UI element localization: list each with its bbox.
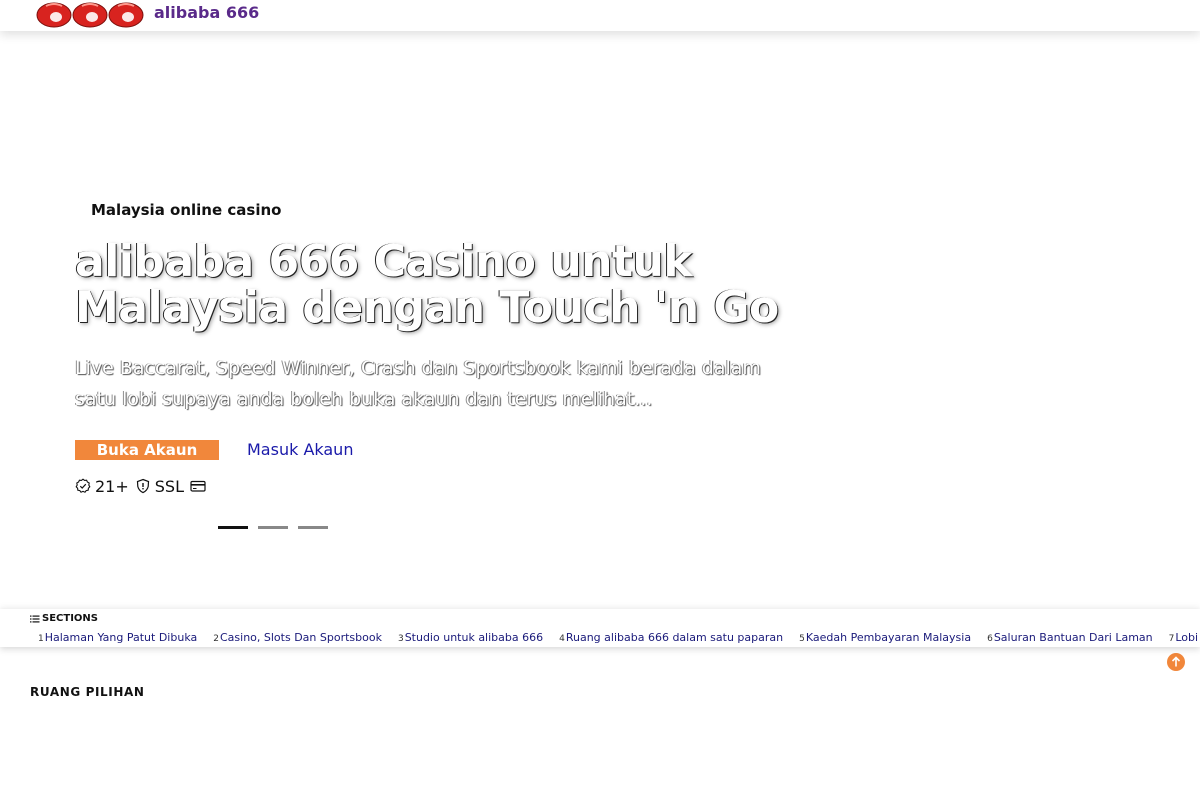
section-link-2[interactable]: 2 Casino, Slots Dan Sportsbook bbox=[213, 631, 382, 646]
hero-kicker: Malaysia online casino bbox=[91, 201, 282, 219]
section-label: Halaman Yang Patut Dibuka bbox=[44, 631, 198, 644]
logo-666-icon bbox=[36, 2, 144, 28]
section-link-4[interactable]: 4 Ruang alibaba 666 dalam satu paparan bbox=[559, 631, 783, 646]
back-to-top-button[interactable] bbox=[1167, 653, 1185, 671]
sections-list: 1 Halaman Yang Patut Dibuka 2 Casino, Sl… bbox=[38, 631, 1200, 646]
section-number: 4 bbox=[559, 634, 565, 644]
top-navbar: alibaba 666 bbox=[0, 0, 1200, 31]
sections-heading: SECTIONS bbox=[30, 613, 98, 624]
credit-card-icon bbox=[190, 478, 206, 494]
slide-dot-2[interactable] bbox=[258, 526, 288, 529]
shield-icon bbox=[135, 478, 151, 494]
hero-headline: alibaba 666 Casino untuk Malaysia dengan… bbox=[75, 236, 779, 333]
slide-dot-1[interactable] bbox=[218, 526, 248, 529]
section-number: 6 bbox=[987, 634, 993, 644]
section-number: 3 bbox=[397, 634, 404, 644]
list-icon bbox=[30, 614, 40, 624]
section-label: Ruang alibaba 666 dalam satu paparan bbox=[565, 631, 784, 644]
arrow-up-icon bbox=[1171, 656, 1181, 667]
site-logo[interactable] bbox=[36, 0, 144, 30]
ruang-pilihan-heading: RUANG PILIHAN bbox=[30, 685, 145, 699]
age-restriction: 21+ bbox=[95, 476, 129, 496]
section-label: Lobi Ringa bbox=[1175, 631, 1200, 644]
section-number: 5 bbox=[799, 634, 805, 644]
sections-nav: SECTIONS 1 Halaman Yang Patut Dibuka 2 C… bbox=[0, 609, 1200, 647]
hero-subtitle: Live Baccarat, Speed Winner, Crash dan S… bbox=[75, 357, 761, 410]
section-number: 1 bbox=[38, 634, 44, 644]
section-link-6[interactable]: 6 Saluran Bantuan Dari Laman bbox=[987, 631, 1153, 646]
section-label: Kaedah Pembayaran Malaysia bbox=[805, 631, 972, 644]
trust-badges: 21+ SSL bbox=[75, 476, 210, 496]
sections-title: SECTIONS bbox=[42, 613, 98, 624]
login-link[interactable]: Masuk Akaun bbox=[247, 440, 353, 460]
section-label: Studio untuk alibaba 666 bbox=[404, 631, 544, 644]
ssl-label: SSL bbox=[154, 476, 184, 496]
verified-badge-icon bbox=[75, 478, 91, 494]
section-number: 2 bbox=[213, 634, 219, 644]
hero-section: Malaysia online casino alibaba 666 Casin… bbox=[0, 31, 1200, 609]
open-account-button[interactable]: Buka Akaun bbox=[75, 440, 219, 460]
brand-name[interactable]: alibaba 666 bbox=[154, 4, 259, 22]
section-label: Casino, Slots Dan Sportsbook bbox=[219, 631, 382, 644]
slide-indicators bbox=[218, 526, 328, 529]
section-label: Saluran Bantuan Dari Laman bbox=[993, 631, 1153, 644]
section-number: 7 bbox=[1168, 634, 1175, 644]
section-link-3[interactable]: 3 Studio untuk alibaba 666 bbox=[398, 631, 543, 646]
section-link-5[interactable]: 5 Kaedah Pembayaran Malaysia bbox=[799, 631, 971, 646]
section-link-7[interactable]: 7 Lobi Ringa bbox=[1169, 631, 1200, 646]
slide-dot-3[interactable] bbox=[298, 526, 328, 529]
section-link-1[interactable]: 1 Halaman Yang Patut Dibuka bbox=[38, 631, 197, 646]
